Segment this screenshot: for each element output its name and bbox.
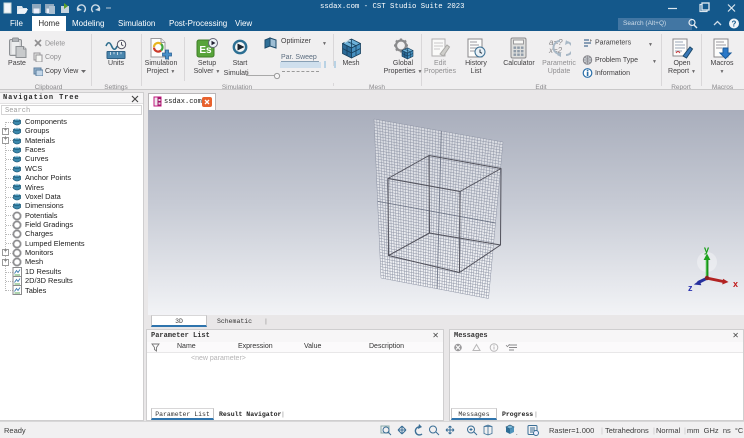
svg-text:y: y (704, 245, 710, 256)
svg-text:.: . (516, 431, 518, 437)
svg-text:?: ? (732, 20, 737, 29)
svg-text:x: x (733, 279, 738, 289)
svg-text:z: z (688, 283, 693, 293)
